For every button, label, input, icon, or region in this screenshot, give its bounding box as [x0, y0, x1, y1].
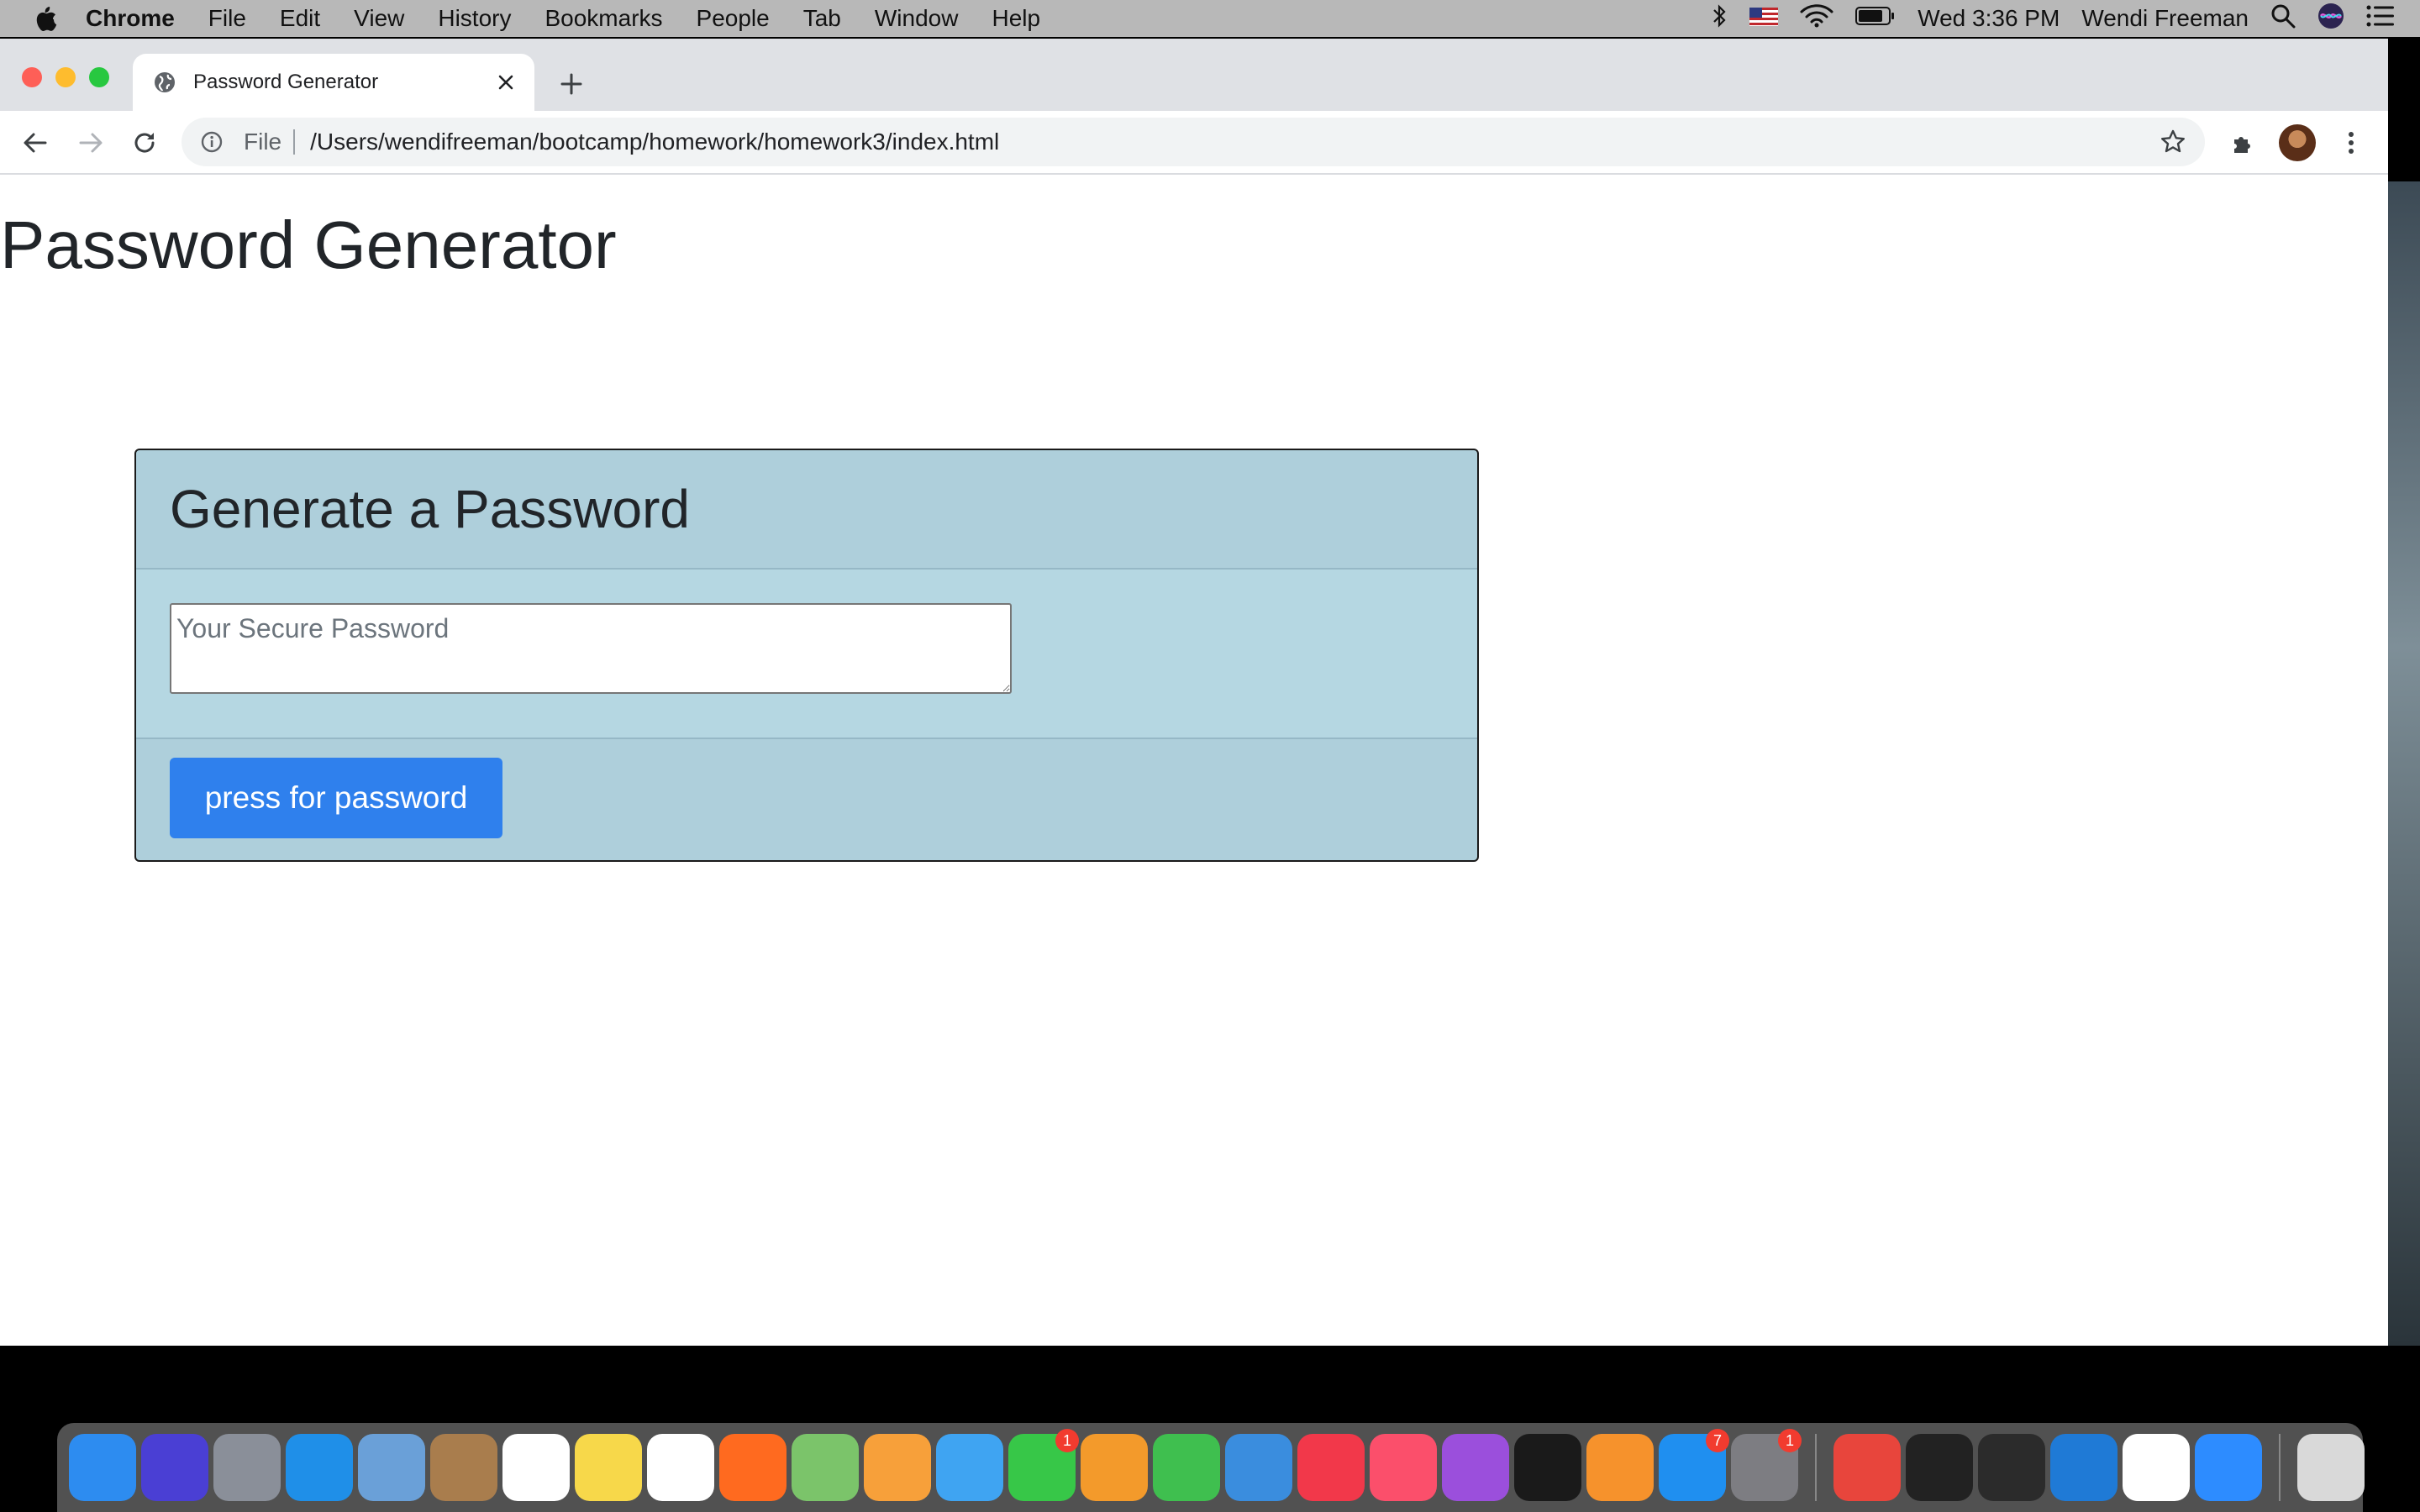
wifi-icon[interactable] [1800, 3, 1833, 34]
dock-safari-icon[interactable] [286, 1434, 353, 1501]
menu-clock[interactable]: Wed 3:36 PM [1918, 5, 2060, 32]
card-header: Generate a Password [136, 450, 1477, 570]
dock-finder-icon[interactable] [69, 1434, 136, 1501]
card-body [136, 570, 1477, 739]
menu-user[interactable]: Wendi Freeman [2081, 5, 2249, 32]
dock-terminal-icon[interactable] [1906, 1434, 1973, 1501]
dock-siri-icon[interactable] [141, 1434, 208, 1501]
window-close-button[interactable] [22, 67, 42, 87]
us-flag-icon[interactable] [1749, 5, 1779, 32]
menu-window[interactable]: Window [875, 5, 959, 32]
dock-music-icon[interactable] [1370, 1434, 1437, 1501]
dock-mail-bird-icon[interactable] [358, 1434, 425, 1501]
dock-maps-icon[interactable] [792, 1434, 859, 1501]
menu-people[interactable]: People [697, 5, 770, 32]
tab-password-generator[interactable]: Password Generator [133, 54, 534, 111]
browser-toolbar: File /Users/wendifreeman/bootcamp/homewo… [0, 111, 2388, 175]
dock-reminders-icon[interactable] [647, 1434, 714, 1501]
url-scheme-label: File [244, 129, 282, 155]
dock-podcasts-icon[interactable] [1442, 1434, 1509, 1501]
menu-view[interactable]: View [354, 5, 404, 32]
screen: Chrome File Edit View History Bookmarks … [0, 0, 2420, 1512]
dock-trash-icon[interactable] [2297, 1434, 2365, 1501]
dock-news-icon[interactable] [1297, 1434, 1365, 1501]
dock-books-icon[interactable] [1586, 1434, 1654, 1501]
dock-zoom-icon[interactable] [2195, 1434, 2262, 1501]
back-arrow-icon[interactable] [18, 126, 52, 160]
browser-window: Password Generator File /Users/wendifree… [0, 39, 2388, 1346]
dock-calendar-icon[interactable] [502, 1434, 570, 1501]
desktop-wallpaper [2388, 181, 2420, 1346]
dock-app-store-icon[interactable]: 7 [1659, 1429, 1729, 1501]
dock-system-preferences-icon[interactable]: 1 [1731, 1429, 1802, 1501]
dock-slack-icon[interactable] [2123, 1434, 2190, 1501]
tab-strip: Password Generator [0, 39, 2388, 111]
page-title: Password Generator [0, 207, 617, 282]
status-area: Wed 3:36 PM Wendi Freeman [1711, 0, 2395, 37]
dock-badge: 7 [1706, 1429, 1729, 1452]
url-divider [293, 129, 296, 155]
dock-notes-icon[interactable] [575, 1434, 642, 1501]
tab-close-icon[interactable] [492, 69, 519, 96]
window-zoom-button[interactable] [89, 67, 109, 87]
bookmark-star-icon[interactable] [2160, 129, 2186, 155]
dock: 1 7 1 [57, 1423, 2365, 1512]
window-minimize-button[interactable] [55, 67, 76, 87]
card-title: Generate a Password [170, 479, 690, 539]
dock-badge: 1 [1055, 1429, 1079, 1452]
dock-apple-tv-icon[interactable] [1514, 1434, 1581, 1501]
menu-bookmarks[interactable]: Bookmarks [544, 5, 662, 32]
dock-keynote-icon[interactable] [1225, 1434, 1292, 1501]
address-bar[interactable]: File /Users/wendifreeman/bootcamp/homewo… [182, 118, 2205, 166]
menu-file[interactable]: File [208, 5, 246, 32]
dock-separator [2279, 1434, 2281, 1501]
dock-numbers-icon[interactable] [1153, 1434, 1220, 1501]
spotlight-search-icon[interactable] [2270, 3, 2296, 34]
new-tab-plus-icon[interactable] [555, 67, 588, 101]
dock-separator [1815, 1434, 1817, 1501]
menu-edit[interactable]: Edit [280, 5, 320, 32]
bluetooth-icon[interactable] [1711, 3, 1728, 34]
dock-firefox-icon[interactable] [719, 1434, 786, 1501]
password-textarea[interactable] [170, 603, 1012, 694]
dock-badge: 1 [1778, 1429, 1802, 1452]
globe-icon [153, 71, 176, 94]
card-footer: press for password [136, 739, 1477, 860]
dock-pages-icon[interactable] [1081, 1434, 1148, 1501]
url-text[interactable]: /Users/wendifreeman/bootcamp/homework/ho… [310, 129, 999, 155]
menu-app-name[interactable]: Chrome [86, 5, 175, 32]
menu-bar: Chrome File Edit View History Bookmarks … [0, 0, 2420, 37]
apple-icon[interactable] [34, 5, 59, 32]
reload-icon[interactable] [128, 126, 161, 160]
dock-contacts-icon[interactable] [430, 1434, 497, 1501]
menu-help[interactable]: Help [992, 5, 1040, 32]
page-content: Password Generator Generate a Password p… [0, 175, 2388, 1346]
forward-arrow-icon[interactable] [74, 126, 108, 160]
siri-icon[interactable] [2317, 3, 2344, 35]
menu-history[interactable]: History [438, 5, 511, 32]
generator-card: Generate a Password press for password [134, 449, 1479, 862]
menu-tab[interactable]: Tab [803, 5, 841, 32]
dock-facetime-icon[interactable]: 1 [1008, 1429, 1079, 1501]
dock-iterm-icon[interactable] [1978, 1434, 2045, 1501]
more-menu-icon[interactable] [2334, 126, 2368, 160]
dock-messages-icon[interactable] [936, 1434, 1003, 1501]
extensions-puzzle-icon[interactable] [2227, 126, 2260, 160]
dock-chrome-icon[interactable] [1833, 1434, 1901, 1501]
notification-center-icon[interactable] [2366, 4, 2395, 34]
battery-icon[interactable] [1855, 5, 1896, 32]
generate-password-button[interactable]: press for password [170, 758, 502, 838]
profile-avatar[interactable] [2279, 124, 2316, 161]
dock-vscode-icon[interactable] [2050, 1434, 2118, 1501]
info-icon[interactable] [200, 129, 227, 155]
dock-launchpad-icon[interactable] [213, 1434, 281, 1501]
tab-title: Password Generator [193, 71, 379, 93]
dock-photos-icon[interactable] [864, 1434, 931, 1501]
